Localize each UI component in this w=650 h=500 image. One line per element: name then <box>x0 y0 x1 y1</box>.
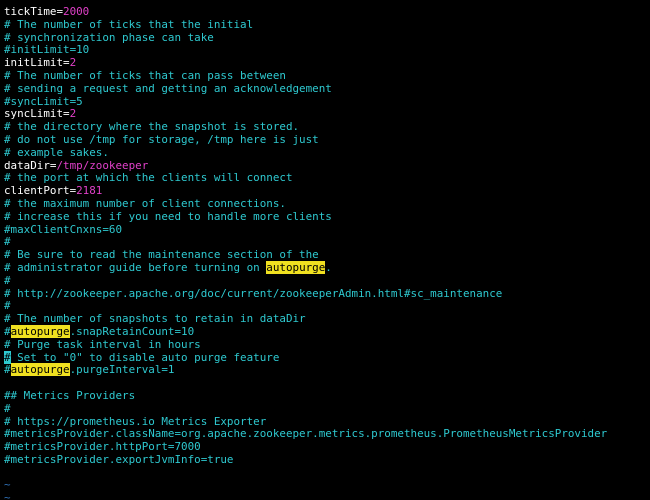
comment-text: # <box>4 273 11 287</box>
config-key: clientPort= <box>4 184 77 198</box>
comment-text: . <box>325 260 332 274</box>
editor-line[interactable]: #autopurge.purgeInterval=1 <box>4 363 607 377</box>
editor-line[interactable]: #metricsProvider.exportJvmInfo=true <box>4 452 607 467</box>
editor-line[interactable]: # http://zookeeper.apache.org/doc/curren… <box>4 286 607 301</box>
editor-line[interactable]: #syncLimit=5 <box>4 94 607 109</box>
comment-text: .snapRetainCount=10 <box>69 324 195 338</box>
config-key: dataDir= <box>4 158 57 172</box>
config-value: 2 <box>69 107 77 121</box>
empty-line-marker: ~ <box>4 478 11 492</box>
comment-text: # synchronization phase can take <box>4 30 214 44</box>
comment-text: # https://prometheus.io Metrics Exporter <box>4 414 267 428</box>
comment-text: # example sakes. <box>4 145 109 159</box>
comment-text: #initLimit=10 <box>4 43 90 57</box>
comment-text: # The number of ticks that the initial <box>4 17 254 31</box>
editor-line[interactable] <box>4 467 607 480</box>
comment-text: # administrator guide before turning on <box>4 260 267 274</box>
comment-text: ## Metrics Providers <box>4 388 136 402</box>
comment-text: # <box>4 324 11 338</box>
editor-line[interactable]: ## Metrics Providers <box>4 388 607 403</box>
empty-line-marker: ~ <box>4 491 11 500</box>
comment-text: # <box>4 401 11 415</box>
comment-text: Set to "0" to disable auto purge feature <box>10 350 280 364</box>
comment-text: # <box>4 363 11 377</box>
search-highlight: autopurge <box>10 324 70 338</box>
config-key: tickTime= <box>4 5 64 18</box>
comment-text: # http://zookeeper.apache.org/doc/curren… <box>4 286 503 300</box>
editor-line[interactable]: # sending a request and getting an ackno… <box>4 81 607 96</box>
comment-text: # sending a request and getting an ackno… <box>4 81 332 95</box>
editor-buffer[interactable]: tickTime=2000 # The number of ticks that … <box>4 5 608 500</box>
config-key: initLimit= <box>4 56 70 70</box>
config-value: /tmp/zookeeper <box>56 158 149 172</box>
editor-line[interactable]: # administrator guide before turning on … <box>4 260 607 275</box>
comment-text: # The number of snapshots to retain in d… <box>4 312 306 326</box>
config-value: 2181 <box>76 184 103 198</box>
comment-text: #metricsProvider.className=org.apache.zo… <box>4 427 608 441</box>
editor-line[interactable]: ~ <box>4 491 607 500</box>
comment-text: # do not use /tmp for storage, /tmp here… <box>4 132 319 146</box>
search-highlight: autopurge <box>266 260 326 274</box>
comment-text: #metricsProvider.httpPort=7000 <box>4 440 201 454</box>
editor-line[interactable]: ~ <box>4 479 607 492</box>
comment-text: # Purge task interval in hours <box>4 337 201 351</box>
comment-text: # Be sure to read the maintenance sectio… <box>4 248 319 262</box>
comment-text: .purgeInterval=1 <box>69 363 175 377</box>
comment-text: # <box>4 235 11 249</box>
config-key: syncLimit= <box>4 107 70 121</box>
config-value: 2000 <box>63 5 90 18</box>
editor-line[interactable]: # synchronization phase can take <box>4 30 607 45</box>
comment-text: # the port at which the clients will con… <box>4 171 293 185</box>
comment-text: # <box>4 299 11 313</box>
comment-text: # increase this if you need to handle mo… <box>4 209 332 223</box>
editor-line[interactable]: #initLimit=10 <box>4 43 607 57</box>
comment-text: # The number of ticks that can pass betw… <box>4 68 286 82</box>
editor-line[interactable]: #maxClientCnxns=60 <box>4 222 607 237</box>
comment-text: #metricsProvider.exportJvmInfo=true <box>4 452 234 466</box>
comment-text: # the maximum number of client connectio… <box>4 196 286 210</box>
terminal-window[interactable]: tickTime=2000 # The number of ticks that … <box>0 0 650 500</box>
config-value: 2 <box>69 56 77 70</box>
comment-text: # the directory where the snapshot is st… <box>4 120 300 134</box>
comment-text: #maxClientCnxns=60 <box>4 222 123 236</box>
search-highlight: autopurge <box>10 363 70 377</box>
comment-text: #syncLimit=5 <box>4 94 83 108</box>
